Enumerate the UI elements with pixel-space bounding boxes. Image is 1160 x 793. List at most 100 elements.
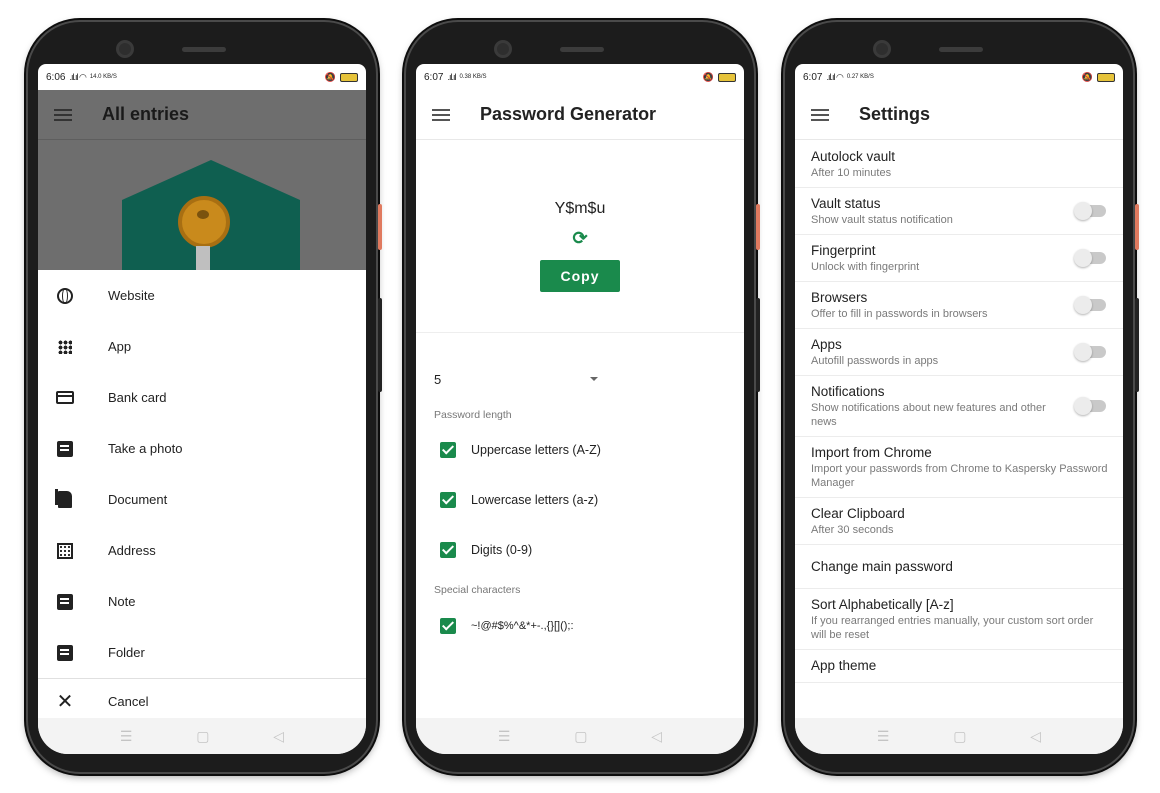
menu-item-label: Folder <box>108 645 145 660</box>
page-title: Settings <box>859 104 931 124</box>
fingerprint-toggle[interactable] <box>1074 249 1106 267</box>
mute-icon: 🔕 <box>1081 71 1093 82</box>
setting-apps[interactable]: Apps Autofill passwords in apps <box>795 329 1123 376</box>
recents-icon[interactable]: ☰ <box>498 728 511 745</box>
checkbox-checked-icon[interactable] <box>440 442 456 458</box>
earpiece-speaker <box>560 47 604 52</box>
menu-item-app[interactable]: App <box>38 321 366 372</box>
front-camera <box>873 40 891 58</box>
key-icon <box>178 196 230 248</box>
note-icon <box>57 644 73 661</box>
menu-item-document[interactable]: Document <box>38 474 366 525</box>
back-icon[interactable]: ◁ <box>651 728 662 745</box>
digits-checkbox-row[interactable]: Digits (0-9) <box>440 542 532 558</box>
network-speed: 0.27 KB/S <box>846 74 874 80</box>
setting-title: Clear Clipboard <box>811 506 905 521</box>
special-characters-checkbox-row[interactable]: ~!@#$%^&*+-.,{}[]();: <box>440 618 574 634</box>
mute-icon: 🔕 <box>702 71 714 82</box>
setting-clear-clipboard[interactable]: Clear Clipboard After 30 seconds <box>795 498 1123 545</box>
top-app-bar: Settings <box>795 90 1123 140</box>
password-length-value: 5 <box>434 371 442 387</box>
setting-description: Import your passwords from Chrome to Kas… <box>811 463 1108 489</box>
building-icon <box>57 542 73 559</box>
menu-icon[interactable] <box>432 108 450 121</box>
setting-description: After 10 minutes <box>811 167 892 179</box>
menu-item-label: Document <box>108 492 168 507</box>
cancel-button[interactable]: ✕ Cancel <box>38 679 366 723</box>
top-app-bar: Password Generator <box>416 90 744 140</box>
menu-item-address[interactable]: Address <box>38 525 366 576</box>
back-icon[interactable]: ◁ <box>273 728 284 745</box>
top-app-bar: All entries <box>38 90 366 140</box>
setting-description: Offer to fill in passwords in browsers <box>811 308 988 320</box>
divider <box>416 332 744 333</box>
vault-status-toggle[interactable] <box>1074 202 1106 220</box>
setting-description: After 30 seconds <box>811 524 894 536</box>
recents-icon[interactable]: ☰ <box>120 728 133 745</box>
status-bar: 6:07 .ıl.ıl 0.38 KB/S 🔕 <box>416 64 744 90</box>
back-icon[interactable]: ◁ <box>1030 728 1041 745</box>
setting-fingerprint[interactable]: Fingerprint Unlock with fingerprint <box>795 235 1123 282</box>
earpiece-speaker <box>182 47 226 52</box>
setting-import-from-chrome[interactable]: Import from Chrome Import your passwords … <box>795 437 1123 498</box>
setting-app-theme[interactable]: App theme <box>795 650 1123 683</box>
checkbox-checked-icon[interactable] <box>440 542 456 558</box>
volume-button <box>1135 298 1139 392</box>
setting-title: Notifications <box>811 384 885 399</box>
browsers-toggle[interactable] <box>1074 296 1106 314</box>
refresh-icon[interactable]: ⟳ <box>416 228 744 249</box>
setting-title: Apps <box>811 337 842 352</box>
power-button <box>378 204 382 250</box>
setting-change-main-password[interactable]: Change main password <box>795 545 1123 589</box>
battery-icon <box>1097 72 1115 82</box>
checkbox-checked-icon[interactable] <box>440 492 456 508</box>
setting-description: Unlock with fingerprint <box>811 261 920 273</box>
recents-icon[interactable]: ☰ <box>877 728 890 745</box>
apps-toggle[interactable] <box>1074 343 1106 361</box>
lowercase-checkbox-row[interactable]: Lowercase letters (a-z) <box>440 492 598 508</box>
setting-autolock-vault[interactable]: Autolock vault After 10 minutes <box>795 141 1123 188</box>
phone-frame-settings: 6:07 .ıl.ıl ◠ 0.27 KB/S 🔕 Settings Autol… <box>783 20 1139 774</box>
system-nav-bar: ☰ ▢ ◁ <box>416 718 744 754</box>
volume-button <box>756 298 760 392</box>
menu-icon[interactable] <box>54 108 72 121</box>
phone-frame-all-entries: 6:06 .ıl.ıl ◠ 14.0 KB/S 🔕 All entries We… <box>26 20 382 774</box>
screen-all-entries: 6:06 .ıl.ıl ◠ 14.0 KB/S 🔕 All entries We… <box>38 64 366 754</box>
status-bar: 6:07 .ıl.ıl ◠ 0.27 KB/S 🔕 <box>795 64 1123 90</box>
notifications-toggle[interactable] <box>1074 397 1106 415</box>
home-icon[interactable]: ▢ <box>953 728 966 745</box>
add-entry-sheet: Website App Bank card Take a photo Docum… <box>38 270 366 718</box>
status-bar: 6:06 .ıl.ıl ◠ 14.0 KB/S 🔕 <box>38 64 366 90</box>
setting-browsers[interactable]: Browsers Offer to fill in passwords in br… <box>795 282 1123 329</box>
menu-icon[interactable] <box>811 108 829 121</box>
setting-title: Autolock vault <box>811 149 896 164</box>
home-icon[interactable]: ▢ <box>196 728 209 745</box>
menu-item-folder[interactable]: Folder <box>38 627 366 678</box>
setting-notifications[interactable]: Notifications Show notifications about ne… <box>795 376 1123 437</box>
copy-button[interactable]: Copy <box>540 260 620 292</box>
power-button <box>1135 204 1139 250</box>
home-icon[interactable]: ▢ <box>574 728 587 745</box>
option-label: ~!@#$%^&*+-.,{}[]();: <box>471 620 574 632</box>
menu-item-website[interactable]: Website <box>38 270 366 321</box>
menu-item-label: Address <box>108 543 156 558</box>
setting-sort-alphabetically[interactable]: Sort Alphabetically [A-z] If you rearrang… <box>795 589 1123 650</box>
setting-title: Vault status <box>811 196 881 211</box>
option-label: Uppercase letters (A-Z) <box>471 443 601 457</box>
setting-description: Show notifications about new features an… <box>811 402 1046 428</box>
menu-item-bank-card[interactable]: Bank card <box>38 372 366 423</box>
menu-item-note[interactable]: Note <box>38 576 366 627</box>
option-label: Lowercase letters (a-z) <box>471 493 599 507</box>
setting-title: Browsers <box>811 290 868 305</box>
checkbox-checked-icon[interactable] <box>440 618 456 634</box>
globe-icon <box>57 287 73 304</box>
phone-frame-password-generator: 6:07 .ıl.ıl 0.38 KB/S 🔕 Password Generat… <box>404 20 760 774</box>
grid-icon <box>58 339 72 354</box>
password-length-select[interactable]: 5 <box>434 364 602 394</box>
screen-password-generator: 6:07 .ıl.ıl 0.38 KB/S 🔕 Password Generat… <box>416 64 744 754</box>
option-label: Digits (0-9) <box>471 543 533 557</box>
setting-vault-status[interactable]: Vault status Show vault status notificati… <box>795 188 1123 235</box>
menu-item-take-photo[interactable]: Take a photo <box>38 423 366 474</box>
uppercase-checkbox-row[interactable]: Uppercase letters (A-Z) <box>440 442 601 458</box>
setting-description: If you rearranged entries manually, your… <box>811 615 1094 641</box>
